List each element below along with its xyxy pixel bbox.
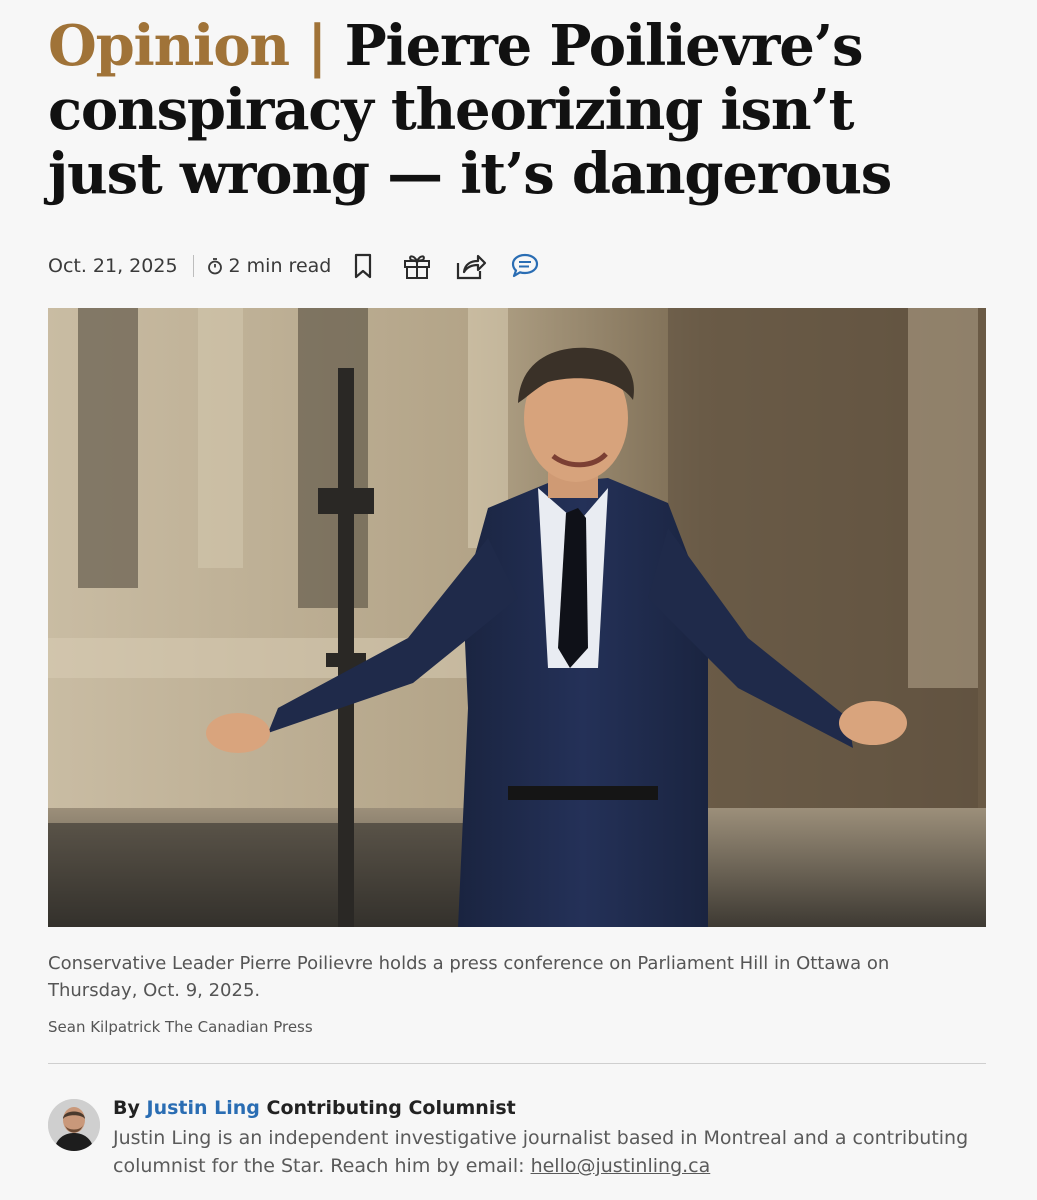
author-role: Contributing Columnist — [266, 1097, 516, 1119]
comments-button[interactable] — [503, 246, 547, 286]
article-headline: Opinion | Pierre Poilievre’s conspiracy … — [48, 14, 948, 206]
share-button[interactable] — [449, 246, 493, 286]
bookmark-icon — [355, 253, 372, 279]
author-photo — [48, 1099, 100, 1151]
photo-credit: Sean Kilpatrick The Canadian Press — [48, 1018, 313, 1036]
publish-date: Oct. 21, 2025 — [48, 255, 178, 277]
bookmark-button[interactable] — [341, 246, 385, 286]
byline: By Justin Ling Contributing Columnist — [113, 1097, 516, 1119]
hero-photo[interactable] — [48, 308, 986, 927]
gift-icon — [404, 255, 431, 279]
opinion-kicker[interactable]: Opinion | — [48, 13, 328, 79]
article-meta: Oct. 21, 2025 2 min read — [48, 246, 557, 286]
meta-divider — [192, 255, 194, 277]
photo-scene — [48, 308, 986, 927]
read-time-label: 2 min read — [228, 255, 332, 277]
gift-button[interactable] — [395, 246, 439, 286]
author-name-link[interactable]: Justin Ling — [147, 1097, 260, 1119]
photo-caption: Conservative Leader Pierre Poilievre hol… — [48, 953, 890, 1001]
comment-icon — [512, 253, 539, 278]
article-page: Opinion | Pierre Poilievre’s conspiracy … — [0, 0, 1037, 1200]
article-actions — [341, 246, 557, 286]
avatar[interactable] — [48, 1099, 100, 1151]
author-email-link[interactable]: hello@justinling.ca — [531, 1155, 711, 1177]
stopwatch-icon — [207, 258, 222, 275]
section-divider — [48, 1063, 986, 1064]
share-icon — [457, 254, 487, 280]
read-time: 2 min read — [207, 255, 332, 277]
byline-prefix: By — [113, 1097, 140, 1119]
author-bio: Justin Ling is an independent investigat… — [113, 1124, 973, 1180]
